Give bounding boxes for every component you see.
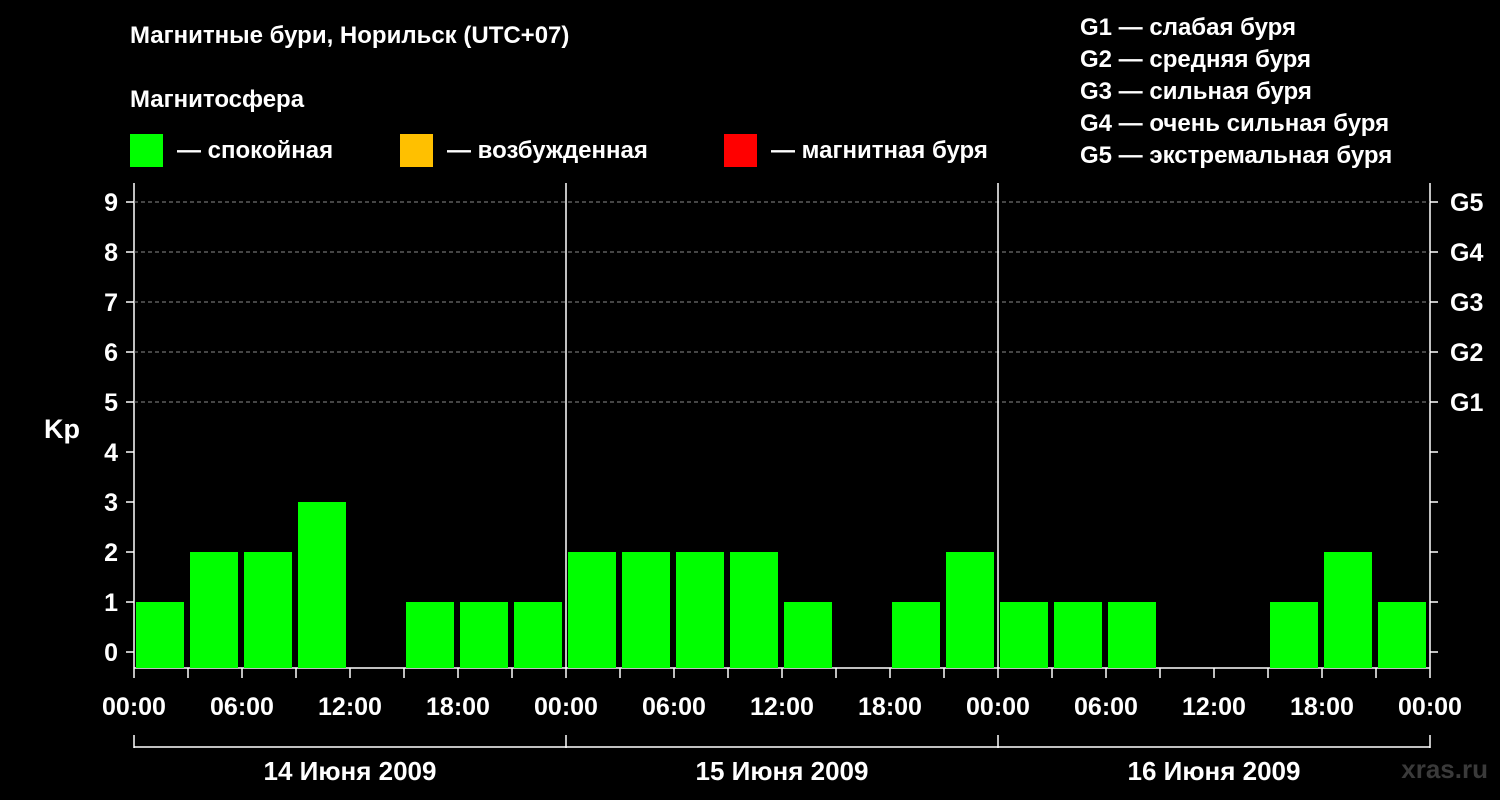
kp-bar <box>568 552 616 668</box>
kp-bar <box>190 552 238 668</box>
kp-bar <box>136 602 184 668</box>
kp-bar <box>244 552 292 668</box>
y-tick-label: 1 <box>104 589 118 617</box>
y-tick-label: 9 <box>104 189 118 217</box>
y-tick-label: 8 <box>104 239 118 267</box>
x-tick-label: 06:00 <box>642 693 706 721</box>
kp-bar <box>406 602 454 668</box>
kp-bar <box>1378 602 1426 668</box>
x-tick-label: 00:00 <box>966 693 1030 721</box>
y-tick-label: 4 <box>104 439 118 467</box>
x-tick-label: 18:00 <box>1290 693 1354 721</box>
x-tick-label: 18:00 <box>858 693 922 721</box>
kp-bar <box>892 602 940 668</box>
x-tick-label: 18:00 <box>426 693 490 721</box>
kp-bar <box>1324 552 1372 668</box>
kp-bar <box>1270 602 1318 668</box>
kp-bar <box>460 602 508 668</box>
kp-bar <box>1108 602 1156 668</box>
y-tick-label: 0 <box>104 639 118 667</box>
g-level-label: G2 <box>1450 339 1483 367</box>
watermark: xras.ru <box>1401 754 1488 784</box>
kp-bar <box>730 552 778 668</box>
kp-bar <box>1054 602 1102 668</box>
y-tick-label: 6 <box>104 339 118 367</box>
kp-bar <box>676 552 724 668</box>
x-tick-label: 00:00 <box>534 693 598 721</box>
x-tick-label: 12:00 <box>750 693 814 721</box>
kp-bar <box>298 502 346 668</box>
kp-bar <box>622 552 670 668</box>
date-label: 15 Июня 2009 <box>696 756 869 786</box>
kp-bar <box>1000 602 1048 668</box>
g-level-label: G5 <box>1450 189 1483 217</box>
date-label: 16 Июня 2009 <box>1128 756 1301 786</box>
kp-bar <box>784 602 832 668</box>
y-tick-label: 3 <box>104 489 118 517</box>
kp-bar <box>946 552 994 668</box>
x-tick-label: 12:00 <box>318 693 382 721</box>
g-level-label: G4 <box>1450 239 1483 267</box>
kp-bar-chart: 0 1 2 3 4 5 6 7 8 9 G1 G2 G3 G4 G5 Kp 00:00 06:00 12:00 18:… <box>44 183 1483 786</box>
x-tick-label: 00:00 <box>102 693 166 721</box>
x-tick-label: 06:00 <box>1074 693 1138 721</box>
y-tick-label: 2 <box>104 539 118 567</box>
x-tick-label: 12:00 <box>1182 693 1246 721</box>
date-label: 14 Июня 2009 <box>264 756 437 786</box>
x-tick-label: 00:00 <box>1398 693 1462 721</box>
y-axis-label: Kp <box>44 414 80 444</box>
kp-bar <box>514 602 562 668</box>
y-tick-label: 5 <box>104 389 118 417</box>
g-level-label: G3 <box>1450 289 1483 317</box>
x-tick-label: 06:00 <box>210 693 274 721</box>
g-level-label: G1 <box>1450 389 1483 417</box>
y-tick-label: 7 <box>104 289 118 317</box>
